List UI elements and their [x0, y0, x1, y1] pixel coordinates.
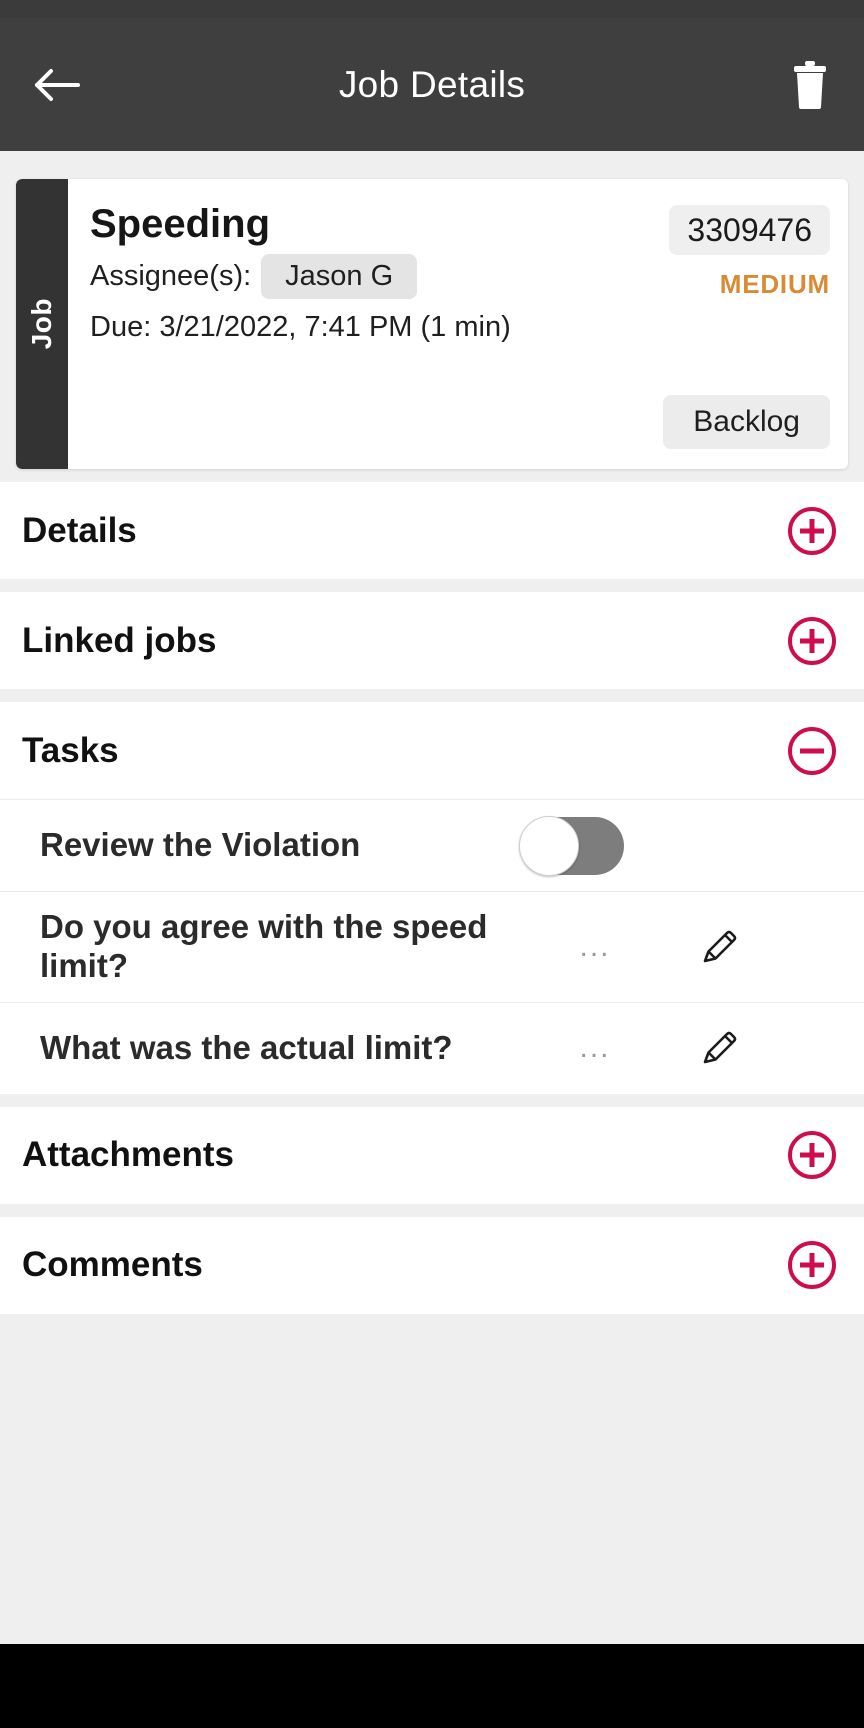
job-due-date: Due: 3/21/2022, 7:41 PM (1 min) [90, 311, 511, 344]
collapse-tasks-button[interactable] [784, 723, 840, 779]
job-title: Speeding [90, 202, 271, 246]
delete-job-button[interactable] [774, 55, 830, 115]
section-linked-jobs: Linked jobs [0, 592, 864, 689]
expand-attachments-button[interactable] [784, 1127, 840, 1183]
section-header-attachments[interactable]: Attachments [0, 1106, 864, 1204]
plus-circle-icon [788, 616, 836, 665]
section-header-tasks[interactable]: Tasks [0, 702, 864, 799]
task-value: ... [579, 1031, 611, 1065]
section-header-details[interactable]: Details [0, 482, 864, 579]
job-priority-label: MEDIUM [719, 269, 830, 299]
section-title-comments: Comments [22, 1245, 203, 1285]
pencil-icon [703, 1032, 737, 1064]
section-title-linked-jobs: Linked jobs [22, 620, 217, 660]
trash-icon [794, 60, 826, 109]
job-card-wrapper: Job Speeding Assignee(s): Jason G Due: 3… [0, 151, 864, 469]
edit-task-button[interactable] [670, 1027, 740, 1069]
section-header-linked-jobs[interactable]: Linked jobs [0, 592, 864, 689]
plus-circle-icon [788, 1131, 836, 1180]
app-bar: Job Details [0, 18, 864, 151]
assignee-chip[interactable]: Jason G [261, 254, 418, 300]
section-title-tasks: Tasks [22, 730, 119, 770]
job-card-body: Speeding Assignee(s): Jason G Due: 3/21/… [68, 179, 848, 469]
section-header-comments[interactable]: Comments [0, 1216, 864, 1314]
section-details: Details [0, 482, 864, 579]
content-area: Job Speeding Assignee(s): Jason G Due: 3… [0, 151, 864, 1644]
job-card-top: Speeding Assignee(s): Jason G Due: 3/21/… [90, 202, 830, 344]
arrow-left-icon [35, 68, 80, 101]
task-label: What was the actual limit? [40, 1028, 453, 1066]
job-card-footer: Backlog [90, 395, 830, 449]
job-card-info: Speeding Assignee(s): Jason G Due: 3/21/… [90, 202, 669, 344]
back-button[interactable] [34, 55, 94, 115]
job-details-screen: Job Details Job Speeding Assignee(s): Ja… [0, 0, 864, 1728]
system-navigation-bar [0, 1644, 864, 1728]
job-type-tab: Job [16, 179, 68, 469]
section-attachments: Attachments [0, 1106, 864, 1204]
task-list: Review the Violation Do you agree with t… [0, 799, 864, 1094]
section-title-attachments: Attachments [22, 1135, 234, 1175]
task-label: Review the Violation [40, 826, 361, 864]
assignee-label: Assignee(s): [90, 260, 252, 293]
job-status-chip[interactable]: Backlog [663, 395, 830, 449]
expand-details-button[interactable] [784, 503, 840, 559]
plus-circle-icon [788, 1241, 836, 1290]
switch-knob [519, 815, 579, 876]
section-comments: Comments [0, 1216, 864, 1314]
task-toggle-switch[interactable] [519, 815, 624, 876]
status-bar [0, 0, 864, 18]
minus-circle-icon [788, 726, 836, 775]
page-title: Job Details [338, 63, 526, 105]
plus-circle-icon [788, 506, 836, 555]
task-row[interactable]: What was the actual limit? ... [0, 1001, 864, 1094]
job-card[interactable]: Job Speeding Assignee(s): Jason G Due: 3… [16, 179, 848, 469]
task-label: Do you agree with the speed limit? [40, 908, 488, 984]
expand-comments-button[interactable] [784, 1237, 840, 1293]
task-row[interactable]: Do you agree with the speed limit? ... [0, 891, 864, 1002]
expand-linked-jobs-button[interactable] [784, 613, 840, 669]
assignee-row: Assignee(s): Jason G [90, 254, 669, 300]
section-tasks: Tasks Review the Violation Do you agree … [0, 702, 864, 1094]
section-title-details: Details [22, 510, 137, 550]
task-value: ... [579, 929, 611, 963]
task-row[interactable]: Review the Violation [0, 799, 864, 891]
job-type-label: Job [26, 298, 57, 350]
job-card-meta: 3309476 MEDIUM [669, 203, 830, 300]
job-id-badge: 3309476 [669, 205, 830, 255]
pencil-icon [703, 930, 737, 963]
edit-task-button[interactable] [670, 926, 740, 968]
